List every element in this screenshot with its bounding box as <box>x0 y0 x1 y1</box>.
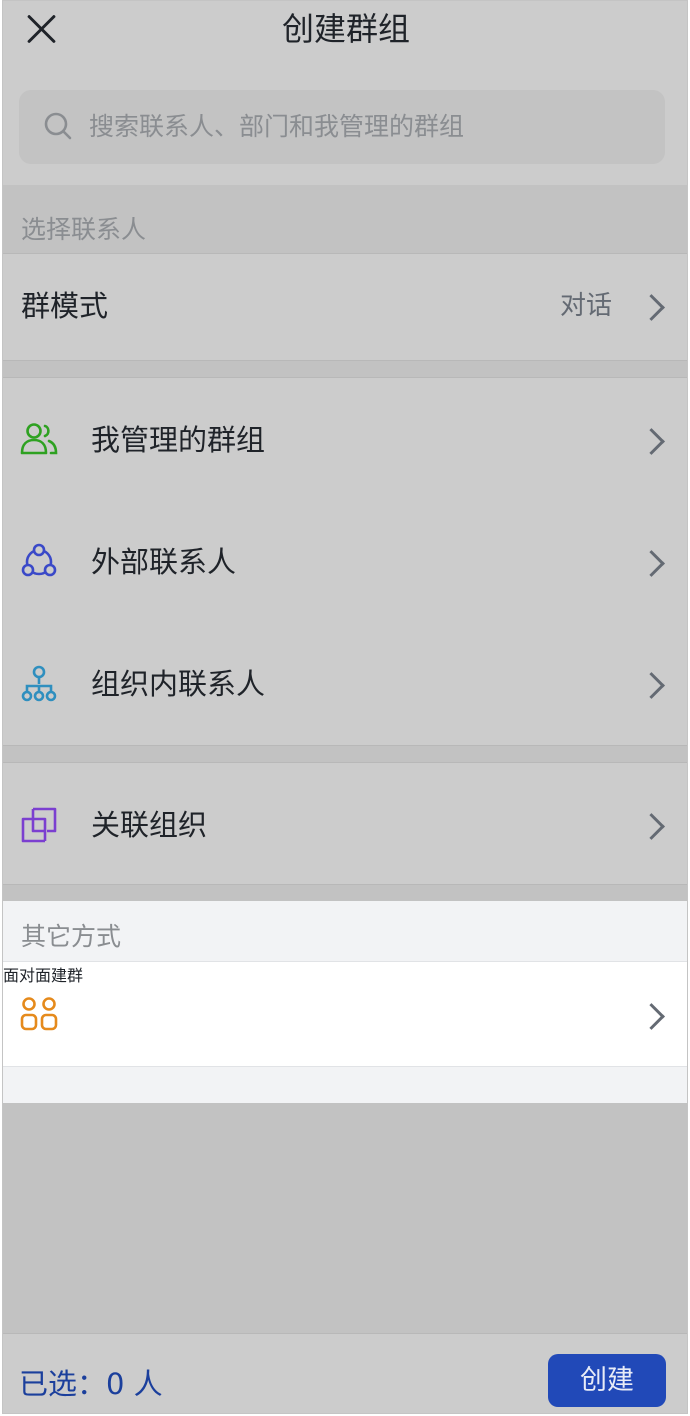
create-group-screen: 创建群组 搜索联系人、部门和我管理的群组 选择联系人 群模式 对话 我管理的群组 <box>2 0 688 1414</box>
group-mode-value: 对话 <box>560 291 613 321</box>
section-gap <box>3 885 687 901</box>
linked-org-icon <box>21 807 57 843</box>
page-title: 创建群组 <box>281 10 410 48</box>
group-mode-row[interactable]: 群模式 对话 <box>3 254 687 360</box>
search-icon <box>44 112 72 140</box>
list-item-label: 关联组织 <box>91 808 208 842</box>
header: 创建群组 <box>3 1 687 57</box>
list-item-my-groups[interactable]: 我管理的群组 <box>3 378 687 500</box>
list-item-label: 面对面建群 <box>3 966 84 985</box>
selected-count: 已选：0 人 <box>19 1367 163 1401</box>
divider <box>3 1066 687 1067</box>
create-button[interactable]: 创建 <box>548 1354 666 1407</box>
chevron-right-icon <box>638 1003 665 1030</box>
section-gap <box>3 746 687 762</box>
section-label-select-contacts: 选择联系人 <box>21 215 147 244</box>
section-gap <box>3 361 687 377</box>
section-label-other-methods: 其它方式 <box>21 922 122 951</box>
list-item-linked-org[interactable]: 关联组织 <box>3 763 687 884</box>
chevron-right-icon <box>638 294 665 321</box>
list-item-label: 组织内联系人 <box>91 667 266 701</box>
org-tree-icon <box>21 665 57 702</box>
face-to-face-icon <box>20 997 58 1031</box>
people-group-icon <box>20 423 58 455</box>
footer-bar: 已选：0 人 创建 <box>3 1333 687 1413</box>
external-contacts-icon <box>21 543 57 577</box>
group-mode-label: 群模式 <box>21 289 109 323</box>
list-item-face-to-face[interactable]: 面对面建群 <box>3 962 687 1066</box>
chevron-right-icon <box>638 428 665 455</box>
list-item-label: 我管理的群组 <box>91 423 266 457</box>
list-item-external-contacts[interactable]: 外部联系人 <box>3 500 687 622</box>
list-item-org-contacts[interactable]: 组织内联系人 <box>3 622 687 744</box>
empty-area <box>3 1103 687 1333</box>
search-input[interactable]: 搜索联系人、部门和我管理的群组 <box>19 90 665 164</box>
list-item-label: 外部联系人 <box>91 545 237 579</box>
chevron-right-icon <box>638 813 665 840</box>
search-placeholder: 搜索联系人、部门和我管理的群组 <box>89 112 465 141</box>
chevron-right-icon <box>638 672 665 699</box>
chevron-right-icon <box>638 550 665 577</box>
